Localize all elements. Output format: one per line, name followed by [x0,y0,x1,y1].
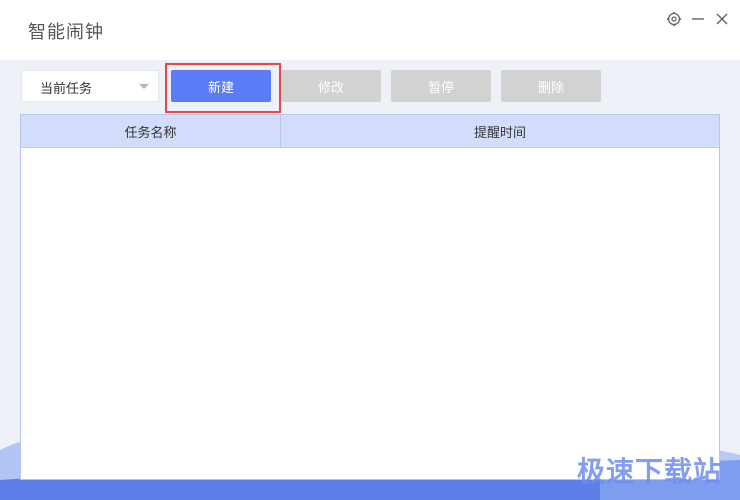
window-title: 智能闹钟 [28,22,104,43]
edit-task-button[interactable]: 修改 [281,70,381,102]
toolbar: 当前任务 新建 修改 暂停 删除 [0,60,740,114]
watermark: 极速下载站 [576,455,722,488]
column-header-task-name[interactable]: 任务名称 [21,115,281,147]
window-controls [664,8,732,30]
gear-icon[interactable] [664,8,684,30]
close-icon[interactable] [712,8,732,30]
task-filter-select[interactable]: 当前任务 [21,70,159,102]
pause-task-button[interactable]: 暂停 [391,70,491,102]
new-task-button[interactable]: 新建 [171,70,271,102]
chevron-down-icon [139,84,149,89]
app-window: 智能闹钟 当前任务 新建 修改 暂停 删除 任务名称 提醒时间 极速下载站 [0,0,740,500]
title-bar: 智能闹钟 [0,0,740,60]
column-header-reminder-time[interactable]: 提醒时间 [281,115,719,147]
table-header: 任务名称 提醒时间 [21,115,719,148]
task-filter-selected: 当前任务 [40,82,93,97]
delete-task-button[interactable]: 删除 [501,70,601,102]
task-table: 任务名称 提醒时间 [20,114,720,480]
minimize-icon[interactable] [688,8,708,30]
table-body [21,148,719,479]
